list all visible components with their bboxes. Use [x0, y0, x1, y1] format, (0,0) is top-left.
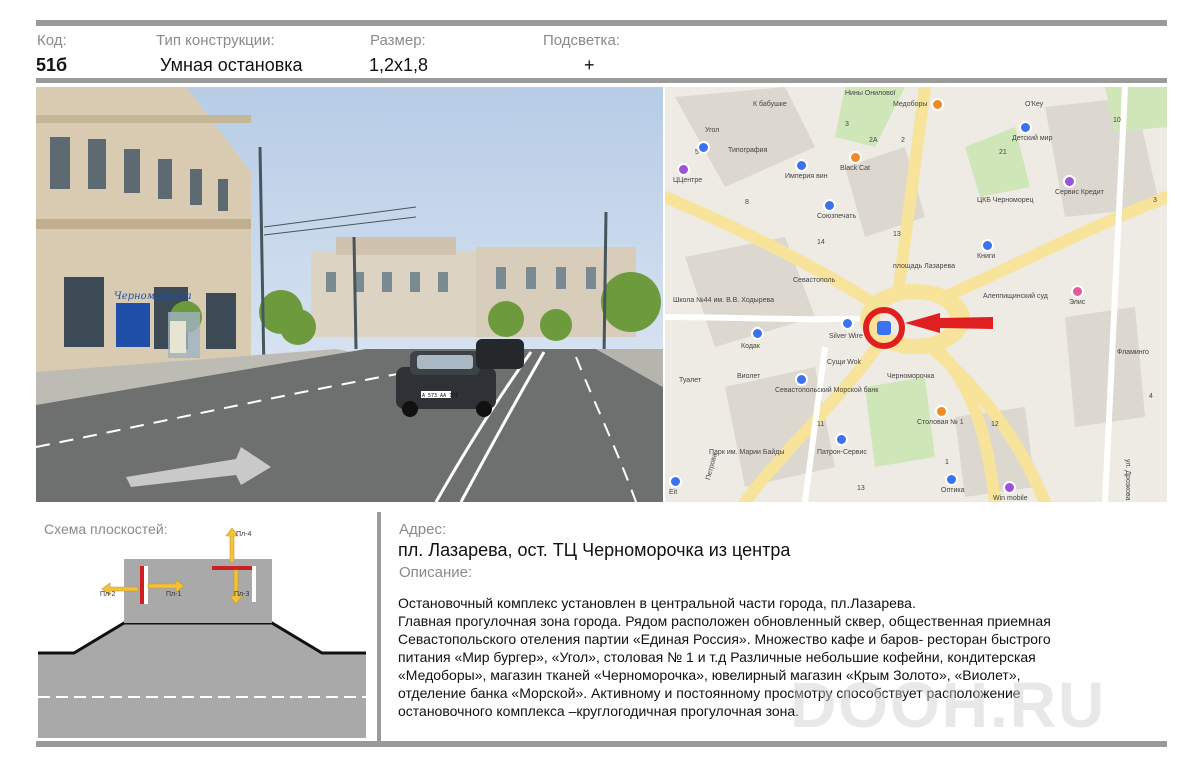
cafe-icon — [931, 98, 944, 111]
map-number: 13 — [857, 485, 865, 492]
map-label: Детский мир — [1012, 135, 1053, 142]
map-number: 21 — [999, 149, 1007, 156]
shop-icon — [835, 433, 848, 446]
map-label: Black Cat — [840, 165, 870, 172]
code-label: Код: — [37, 32, 67, 49]
shop-icon — [751, 327, 764, 340]
car-plate: А 573 АА 777 — [422, 393, 458, 399]
map-label: Угол — [705, 127, 720, 134]
map-number: 3 — [1153, 197, 1157, 204]
map-label: Столовая № 1 — [917, 419, 964, 426]
light-label: Подсветка: — [543, 32, 620, 49]
map-label: Патрон-Сервис — [817, 449, 867, 456]
map-label: Союзпечать — [817, 213, 857, 220]
bank-icon — [795, 373, 808, 386]
shop-icon — [1019, 121, 1032, 134]
map-label: Кодак — [741, 343, 760, 350]
footer-rule — [36, 741, 1167, 747]
map-label: ЦЦентре — [673, 177, 703, 184]
map-number: 4 — [1149, 393, 1153, 400]
shop-icon — [1003, 481, 1016, 494]
map-label: Севастополь — [793, 277, 836, 284]
map-number: 13 — [893, 231, 901, 238]
map-label: площадь Лазарева — [893, 263, 956, 270]
description-line: Остановочный комплекс установлен в центр… — [398, 595, 916, 611]
shop-icon — [945, 473, 958, 486]
map-label: Парк им. Марии Байды — [709, 449, 785, 456]
location-map: Нины Онилової К бабушке Медоборы О'Кеу У… — [665, 87, 1167, 502]
map-number: 1 — [945, 459, 949, 466]
description-line: питания «Мир бургер», «Угол», столовая №… — [398, 649, 1036, 665]
map-number: 2А — [869, 137, 878, 144]
map-label: Туалет — [679, 377, 702, 384]
shop-icon — [981, 239, 994, 252]
map-label: Типография — [728, 147, 768, 154]
map-label: О'Кеу — [1025, 101, 1044, 108]
map-label: Черноморочка — [887, 373, 935, 380]
street-photo: Черноморочка А 573 АА 777 — [36, 87, 663, 502]
size-label: Размер: — [370, 32, 426, 49]
shop-icon — [823, 199, 836, 212]
cafe-icon — [849, 151, 862, 164]
map-label: Виолет — [737, 373, 761, 380]
storefront-sign: Черноморочка — [114, 291, 192, 302]
cafe-icon — [935, 405, 948, 418]
map-label: Оптика — [941, 487, 965, 494]
map-label: Нины Онилової — [845, 90, 896, 97]
map-label: Алеппищинский суд — [983, 293, 1048, 300]
map-label: ЦКБ Черноморец — [977, 197, 1034, 204]
header-top-rule — [36, 20, 1167, 26]
map-number: 3 — [845, 121, 849, 128]
map-number: 2 — [901, 137, 905, 144]
header-bottom-rule — [36, 78, 1167, 83]
map-label: Фламинго — [1117, 349, 1149, 356]
shop-icon — [669, 475, 682, 488]
map-number: 12 — [991, 421, 999, 428]
map-number: 11 — [817, 421, 825, 428]
shop-icon — [677, 163, 690, 176]
map-label: Севастопольский Морской банк — [775, 387, 879, 394]
type-label: Тип конструкции: — [156, 32, 275, 49]
light-value: + — [584, 55, 595, 75]
description-line: Севастопольского отеления партии «Единая… — [398, 631, 1051, 647]
map-label: Школа №44 им. В.В. Ходырева — [673, 297, 775, 304]
map-label: К бабушке — [753, 101, 787, 108]
shop-icon — [795, 159, 808, 172]
description-label: Описание: — [399, 564, 473, 581]
type-value: Умная остановка — [160, 55, 303, 75]
section-divider — [377, 512, 381, 742]
map-label: Win mobile — [993, 495, 1028, 502]
map-label: Империя вин — [785, 173, 828, 180]
plane-label-1: Пл-1 — [166, 591, 182, 598]
code-value: 51б — [36, 55, 68, 75]
map-label: Элис — [1069, 299, 1086, 306]
map-label: Silver Wire — [829, 333, 863, 340]
watermark: DOOH.RU — [790, 669, 1107, 741]
plane-label-4: Пл-4 — [236, 531, 252, 538]
map-number: 10 — [1113, 117, 1121, 124]
shop-icon — [697, 141, 710, 154]
bank-icon — [1063, 175, 1076, 188]
description-line: Главная прогулочная зона города. Рядом р… — [398, 613, 1051, 629]
size-value: 1,2х1,8 — [369, 55, 429, 75]
shop-icon — [841, 317, 854, 330]
address-label: Адрес: — [399, 521, 447, 538]
map-label: Книги — [977, 253, 996, 260]
map-number: 8 — [745, 199, 749, 206]
shop-icon — [1071, 285, 1084, 298]
map-label: Eit — [669, 489, 678, 496]
address-value: пл. Лазарева, ост. ТЦ Черноморочка из це… — [398, 540, 791, 560]
plane-label-3: Пл-3 — [234, 591, 250, 598]
map-label: ул. Дрозкова — [1124, 459, 1131, 501]
map-number: 14 — [817, 239, 825, 246]
map-label: Сущи Wok — [827, 359, 862, 366]
map-label: Медоборы — [893, 101, 928, 108]
plane-label-2: Пл-2 — [100, 591, 116, 598]
map-label: Сервис Кредит — [1055, 189, 1104, 196]
planes-schema: Пл-1 Пл-2 Пл-3 Пл-4 — [38, 528, 366, 738]
